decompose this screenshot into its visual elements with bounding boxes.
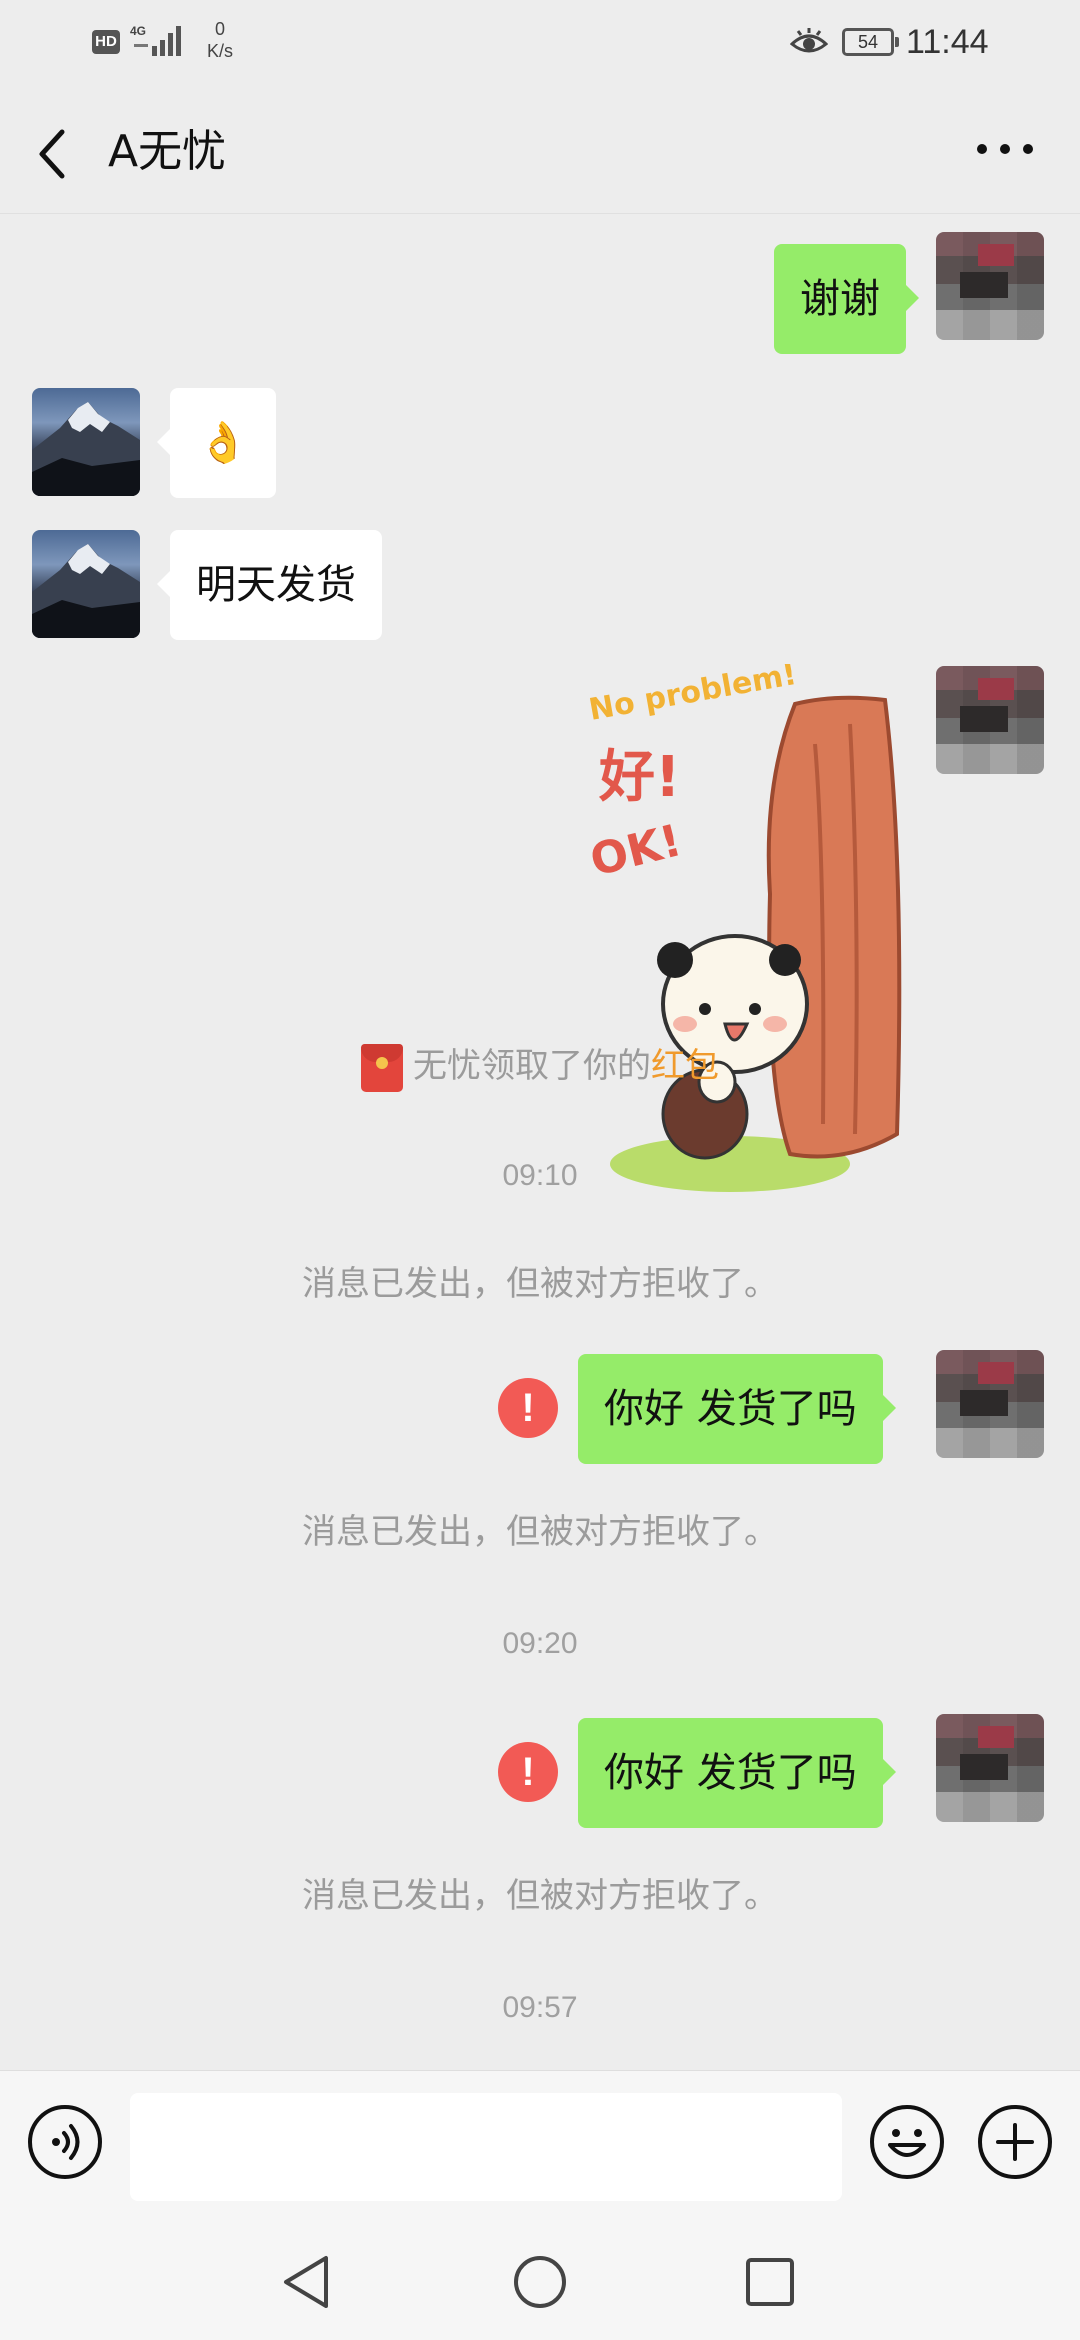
net-speed-unit: K/s <box>206 41 233 61</box>
rejected-notice: 消息已发出，但被对方拒收了。 <box>302 1876 778 1916</box>
ok-hand-emoji: 👌 <box>198 420 248 466</box>
nav-recents-icon <box>746 2258 794 2306</box>
timestamp: 09:20 <box>502 1627 578 1660</box>
back-chevron-icon <box>39 129 65 179</box>
voice-icon <box>52 2124 80 2160</box>
chat-area[interactable]: 谢谢 👌 明天发货 No problem! 好! OK! 无忧领取了你的红包 0… <box>0 214 1080 2070</box>
chat-title: A无忧 <box>108 126 227 177</box>
message-bubble-outgoing[interactable]: 谢谢 <box>774 244 919 354</box>
chat-header: A无忧 <box>0 84 1080 214</box>
input-bar <box>0 2070 1080 2220</box>
contact-avatar[interactable] <box>32 388 140 496</box>
message-input[interactable] <box>130 2093 842 2201</box>
red-packet-notice: 无忧领取了你的红包 <box>0 1042 1080 1092</box>
net-speed-value: 0 <box>214 19 225 39</box>
message-bubble-incoming[interactable]: 明天发货 <box>157 530 382 640</box>
more-functions-button[interactable] <box>978 2105 1052 2179</box>
message-bubble-outgoing[interactable]: 你好 发货了吗 <box>578 1354 896 1464</box>
status-bar: HD 4G 0 K/s 54 11:44 <box>0 0 1080 84</box>
battery-icon: 54 <box>842 28 899 56</box>
sticker-text-hao: 好! <box>598 745 681 810</box>
sticker-text-ok: OK! <box>585 815 686 887</box>
nav-back-icon <box>284 2256 328 2308</box>
red-packet-notice-text: 无忧领取了你的 <box>413 1046 651 1086</box>
sticker-text-no-problem: No problem! <box>586 664 799 728</box>
status-time: 11:44 <box>906 23 989 61</box>
timestamp: 09:57 <box>502 1991 578 2024</box>
nav-back-button[interactable] <box>276 2250 340 2314</box>
emoji-button[interactable] <box>870 2105 944 2179</box>
sticker-message[interactable]: No problem! 好! OK! <box>585 657 915 1214</box>
hd-icon: HD <box>92 30 120 54</box>
net-speed: 0 K/s <box>200 18 240 62</box>
mountain-picture <box>32 402 140 496</box>
self-avatar[interactable] <box>936 1350 1044 1458</box>
contact-avatar[interactable] <box>32 530 140 638</box>
message-bubble-incoming[interactable]: 👌 <box>157 388 276 498</box>
mountain-picture <box>32 544 140 638</box>
eye-comfort-icon <box>789 28 829 58</box>
more-dots-icon <box>977 144 1033 154</box>
send-failed-icon[interactable]: ! <box>498 1742 558 1802</box>
message-bubble-outgoing[interactable]: 你好 发货了吗 <box>578 1718 896 1828</box>
rejected-notice: 消息已发出，但被对方拒收了。 <box>302 1512 778 1552</box>
self-avatar[interactable] <box>936 666 1044 774</box>
nav-recents-button[interactable] <box>738 2250 802 2314</box>
red-packet-link[interactable]: 红包 <box>651 1046 719 1086</box>
nav-home-icon <box>514 2256 566 2308</box>
voice-button[interactable] <box>28 2105 102 2179</box>
back-button[interactable] <box>30 124 80 184</box>
more-button[interactable] <box>970 134 1040 164</box>
red-packet-icon <box>361 1043 403 1092</box>
self-avatar[interactable] <box>936 232 1044 340</box>
self-avatar[interactable] <box>936 1714 1044 1822</box>
plus-icon <box>996 2123 1034 2161</box>
system-nav-bar <box>0 2220 1080 2340</box>
emoji-icon <box>888 2129 926 2157</box>
panda-sticker: No problem! 好! OK! <box>585 657 902 1192</box>
rejected-notice: 消息已发出，但被对方拒收了。 <box>302 1264 778 1304</box>
signal-icon: 4G <box>128 22 188 58</box>
timestamp: 09:10 <box>502 1159 578 1192</box>
nav-home-button[interactable] <box>508 2250 572 2314</box>
svg-text:4G: 4G <box>130 24 146 38</box>
send-failed-icon[interactable]: ! <box>498 1378 558 1438</box>
